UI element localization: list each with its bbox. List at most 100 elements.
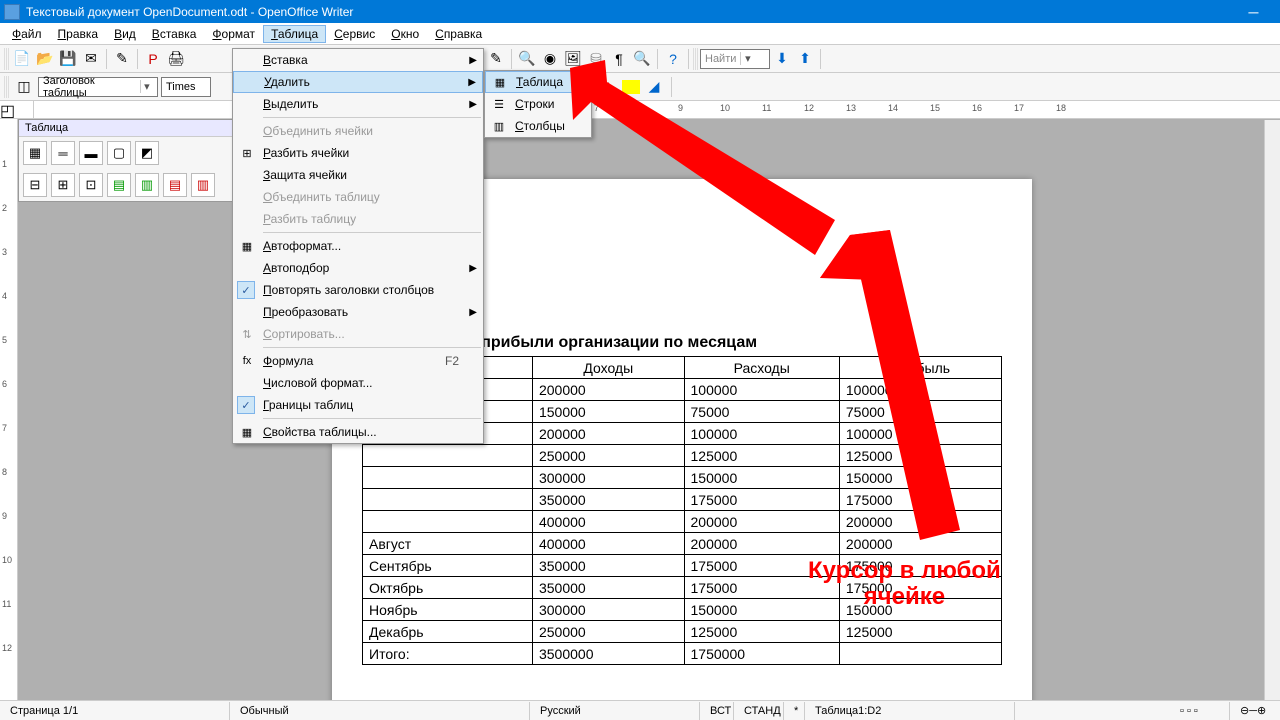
grip-icon — [693, 48, 699, 70]
table-row[interactable]: Август400000200000200000 — [363, 533, 1002, 555]
zoom-button[interactable]: 🔍 — [631, 48, 653, 70]
table-row[interactable]: 300000150000150000 — [363, 467, 1002, 489]
app-icon — [4, 4, 20, 20]
menu-Вид[interactable]: Вид — [106, 25, 144, 43]
table-header[interactable]: Прибыль — [839, 357, 1001, 379]
menu-item-Свойства таблицы...[interactable]: ▦Свойства таблицы... — [233, 421, 483, 443]
status-page[interactable]: Страница 1/1 — [0, 702, 230, 720]
styles-button[interactable]: ◫ — [13, 76, 35, 98]
annotation-text: Курсор в любойячейке — [808, 558, 1001, 611]
col-delete-icon[interactable]: ▥ — [191, 173, 215, 197]
mail-button[interactable]: ✉ — [80, 48, 102, 70]
ruler-horizontal[interactable]: ◰ 789101112131415161718 — [0, 101, 1280, 119]
menu-Правка[interactable]: Правка — [50, 25, 107, 43]
status-lang[interactable]: Русский — [530, 702, 700, 720]
table-header[interactable]: Доходы — [532, 357, 684, 379]
table-menu: Вставка▶Удалить▶Выделить▶Объединить ячей… — [232, 48, 484, 444]
status-style[interactable]: Обычный — [230, 702, 530, 720]
titlebar: Текстовый документ OpenDocument.odt - Op… — [0, 0, 1280, 23]
menu-item-Формула[interactable]: fxФормулаF2 — [233, 350, 483, 372]
status-view-icons[interactable]: ▫ ▫ ▫ — [1170, 702, 1230, 720]
grip-icon — [4, 48, 10, 70]
menu-Формат[interactable]: Формат — [204, 25, 263, 43]
table-row[interactable]: 400000200000200000 — [363, 511, 1002, 533]
ruler-vertical[interactable]: 123456789101112 — [0, 119, 18, 709]
menu-item-Объединить таблицу: Объединить таблицу — [233, 186, 483, 208]
menu-Вставка[interactable]: Вставка — [144, 25, 205, 43]
col-insert-icon[interactable]: ▥ — [135, 173, 159, 197]
paragraph-style-combo[interactable]: Заголовок таблицы▾ — [38, 77, 158, 97]
menubar: ФайлПравкаВидВставкаФорматТаблицаСервисО… — [0, 23, 1280, 45]
split-icon[interactable]: ⊞ — [51, 173, 75, 197]
document-area[interactable]: Таблица учета прибыли организации по мес… — [18, 119, 1280, 709]
menu-item-Защита ячейки[interactable]: Защита ячейки — [233, 164, 483, 186]
merge-icon[interactable]: ⊟ — [23, 173, 47, 197]
menu-item-Автоформат...[interactable]: ▦Автоформат... — [233, 235, 483, 257]
table-insert-icon[interactable]: ▦ — [23, 141, 47, 165]
highlight-button[interactable] — [622, 80, 640, 94]
table-side-panel: Таблица ▦ ═ ▬ ▢ ◩ ⊟ ⊞ ⊡ ▤ ▥ ▤ ▥ — [18, 119, 234, 202]
table-header[interactable]: Расходы — [684, 357, 839, 379]
menu-item-Границы таблиц[interactable]: ✓Границы таблиц — [233, 394, 483, 416]
edit-button[interactable]: ✎ — [111, 48, 133, 70]
row-delete-icon[interactable]: ▤ — [163, 173, 187, 197]
menu-item-Таблица[interactable]: ▦Таблица — [485, 71, 591, 93]
find-next-button[interactable]: ⬆ — [794, 48, 816, 70]
table-row[interactable]: 250000125000125000 — [363, 445, 1002, 467]
menu-Сервис[interactable]: Сервис — [326, 25, 383, 43]
minimize-button[interactable]: ─ — [1231, 0, 1276, 23]
menu-item-Вставка[interactable]: Вставка▶ — [233, 49, 483, 71]
table-row[interactable]: Итого:35000001750000 — [363, 643, 1002, 665]
save-button[interactable]: 💾 — [57, 48, 79, 70]
menu-item-Выделить[interactable]: Выделить▶ — [233, 93, 483, 115]
panel-title: Таблица — [19, 120, 233, 137]
print-button[interactable]: 🖨 — [165, 48, 187, 70]
menu-item-Числовой формат...[interactable]: Числовой формат... — [233, 372, 483, 394]
menu-Окно[interactable]: Окно — [383, 25, 427, 43]
font-color-button[interactable]: A — [597, 76, 619, 98]
status-zoom[interactable]: ⊖─⊕ — [1230, 702, 1280, 720]
font-name-combo[interactable]: Times — [161, 77, 211, 97]
status-cell[interactable]: Таблица1:D2 — [805, 702, 1015, 720]
status-selmode[interactable]: СТАНД — [734, 702, 784, 720]
draw-button[interactable]: ✎ — [485, 48, 507, 70]
find-button[interactable]: 🔍 — [516, 48, 538, 70]
help-button[interactable]: ? — [662, 48, 684, 70]
format-toolbar: ◫ Заголовок таблицы▾ Times ☰ ⿲ ⇤ ⇥ A ◢ — [0, 73, 1280, 101]
bgcolor-button[interactable]: ◢ — [643, 76, 665, 98]
navigator-button[interactable]: ◉ — [539, 48, 561, 70]
find-prev-button[interactable]: ⬇ — [771, 48, 793, 70]
menu-item-Автоподбор[interactable]: Автоподбор▶ — [233, 257, 483, 279]
menu-item-Преобразовать[interactable]: Преобразовать▶ — [233, 301, 483, 323]
delete-submenu: ▦Таблица☰Строки▥Столбцы — [484, 70, 592, 138]
bgfill-icon[interactable]: ◩ — [135, 141, 159, 165]
row-insert-icon[interactable]: ▤ — [107, 173, 131, 197]
nonprint-button[interactable]: ¶ — [608, 48, 630, 70]
line-style-icon[interactable]: ═ — [51, 141, 75, 165]
table-row[interactable]: 350000175000175000 — [363, 489, 1002, 511]
menu-item-Повторять заголовки столбцов[interactable]: ✓Повторять заголовки столбцов — [233, 279, 483, 301]
menu-Справка[interactable]: Справка — [427, 25, 490, 43]
new-button[interactable]: 📄 — [11, 48, 33, 70]
gallery-button[interactable]: 🖼 — [562, 48, 584, 70]
grip-icon — [4, 76, 10, 98]
border-color-icon[interactable]: ▬ — [79, 141, 103, 165]
menu-item-Строки[interactable]: ☰Строки — [485, 93, 591, 115]
find-input[interactable]: Найти▾ — [700, 49, 770, 69]
menu-item-Столбцы[interactable]: ▥Столбцы — [485, 115, 591, 137]
menu-item-Разбить ячейки[interactable]: ⊞Разбить ячейки — [233, 142, 483, 164]
scrollbar-vertical[interactable] — [1264, 120, 1280, 700]
pdf-button[interactable]: P — [142, 48, 164, 70]
status-insert[interactable]: ВСТ — [700, 702, 734, 720]
open-button[interactable]: 📂 — [34, 48, 56, 70]
datasource-button[interactable]: ⛁ — [585, 48, 607, 70]
menu-item-Удалить[interactable]: Удалить▶ — [233, 71, 483, 93]
borders-icon[interactable]: ▢ — [107, 141, 131, 165]
statusbar: Страница 1/1 Обычный Русский ВСТ СТАНД *… — [0, 700, 1280, 720]
menu-Файл[interactable]: Файл — [4, 25, 50, 43]
table-row[interactable]: Декабрь250000125000125000 — [363, 621, 1002, 643]
optimize-icon[interactable]: ⊡ — [79, 173, 103, 197]
menu-item-Разбить таблицу: Разбить таблицу — [233, 208, 483, 230]
menu-Таблица[interactable]: Таблица — [263, 25, 326, 43]
workarea: 123456789101112 Таблица учета прибыли ор… — [0, 119, 1280, 709]
